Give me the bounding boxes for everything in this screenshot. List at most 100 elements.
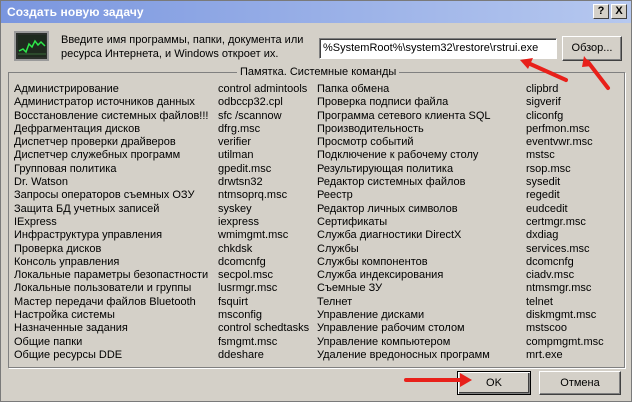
tool-command: ntmsoprq.msc [218,189,288,202]
tool-command: services.msc [526,242,590,255]
tool-command: wmimgmt.msc [218,229,289,242]
instruction-text: Введите имя программы, папки, документа … [61,34,304,60]
tool-name: Редактор системных файлов [317,176,466,189]
tool-command: syskey [218,202,252,215]
tool-name: Реестр [317,189,353,202]
tool-command: compmgmt.msc [526,335,604,348]
tool-command: control schedtasks [218,322,310,335]
tool-name: Результирующая политика [317,162,454,175]
tool-name: Инфраструктура управления [14,229,163,242]
task-manager-icon [14,31,49,61]
tool-name: Управление рабочим столом [317,322,465,335]
tool-command: dcomcnfg [218,255,266,268]
tool-command: fsmgmt.msc [218,335,278,348]
tool-name: Программа сетевого клиента SQL [317,109,491,122]
tool-command: verifier [218,136,252,149]
tool-name: Телнет [317,295,353,308]
close-button[interactable]: X [611,4,627,19]
tool-command: sysedit [526,176,561,189]
tool-command: drwtsn32 [218,176,263,189]
tool-name: Локальные пользователи и группы [14,282,192,295]
memo-title: Памятка. Системные команды [237,66,400,79]
tool-command: regedit [526,189,560,202]
tool-command: ciadv.msc [526,269,575,282]
tool-command: certmgr.msc [526,215,586,228]
tool-command: clipbrd [526,83,559,95]
tool-name: Общие папки [14,335,83,348]
tool-name: Мастер передачи файлов Bluetooth [14,295,196,308]
tool-name: Настройка системы [14,309,115,322]
tool-name: Защита БД учетных записей [14,202,160,215]
tool-command: fsquirt [218,295,248,308]
tool-command: ddeshare [218,348,264,361]
tool-command: eudcedit [526,202,568,215]
tool-name: Производительность [317,122,424,135]
tool-name: Администрирование [14,83,119,95]
tool-name: Восстановление системных файлов!!! [14,109,209,122]
tool-name: Просмотр событий [317,136,414,149]
tool-name: Диспетчер проверки драйверов [14,136,176,149]
tool-command: chkdsk [218,242,253,255]
tool-name: Общие ресурсы DDE [14,348,123,361]
tool-command: sfc /scannow [218,109,282,122]
tool-name: Диспетчер служебных программ [14,149,181,162]
tool-name: Сертификаты [317,215,388,228]
tool-name: Служба индексирования [317,269,444,282]
tool-name: Проверка подписи файла [317,96,449,109]
tool-command: telnet [526,295,553,308]
browse-button[interactable]: Обзор... [562,36,622,61]
system-commands-memo: Памятка. Системные команды Администриров… [8,66,625,368]
tool-command: lusrmgr.msc [218,282,278,295]
command-input[interactable]: %SystemRoot%\system32\restore\rstrui.exe [319,38,557,59]
tool-name: Групповая политика [14,162,117,175]
tool-name: Управление компьютером [317,335,451,348]
tool-name: Удаление вредоносных программ [317,348,490,361]
tool-name: Дефрагментация дисков [14,122,141,135]
tool-command: eventvwr.msc [526,136,593,149]
tool-command: gpedit.msc [218,162,272,175]
ok-button[interactable]: OK [457,371,531,395]
tool-name: Администратор источников данных [14,96,195,109]
tool-command: diskmgmt.msc [526,309,597,322]
tool-command: mstscoo [526,322,567,335]
create-task-dialog: Создать новую задачу ? X Введите имя про… [0,0,632,402]
help-button[interactable]: ? [593,4,609,19]
tool-command: cliconfg [526,109,564,122]
tool-name: Службы [317,242,359,255]
tool-command: mrt.exe [526,348,563,361]
tool-command: dxdiag [526,229,559,242]
tool-name: Назначенные задания [14,322,128,335]
tool-command: iexpress [218,215,259,228]
tool-command: msconfig [218,309,263,322]
commands-column-2: clipbrd sigverif cliconfg perfmon.msc eventv… [526,83,604,362]
commands-column-1: control admintools odbccp32.cpl sfc /scann… [218,83,309,362]
tool-command: secpol.msc [218,269,274,282]
tool-name: Консоль управления [14,255,120,268]
tool-name: Службы компонентов [317,255,428,268]
tool-command: dcomcnfg [526,255,574,268]
tool-command: dfrg.msc [218,122,261,135]
tool-name: Проверка дисков [14,242,102,255]
tool-name: IExpress [14,215,57,228]
tool-command: sigverif [526,96,561,109]
tool-name: Служба диагностики DirectX [317,229,462,242]
tool-names-column-1: Администрирование Администратор источнико… [14,83,208,362]
tool-name: Подключение к рабочему столу [317,149,479,162]
tool-name: Запросы операторов съемных ОЗУ [14,189,195,202]
tool-command: control admintools [218,83,308,95]
tool-name: Редактор личных символов [317,202,458,215]
tool-names-column-2: Папка обмена Проверка подписи файла Програ… [317,83,491,362]
tool-name: Локальные параметры безопастности [14,269,209,282]
tool-command: odbccp32.cpl [218,96,283,109]
tool-command: perfmon.msc [526,122,590,135]
title-bar[interactable]: Создать новую задачу ? X [1,1,631,23]
tool-command: mstsc [526,149,555,162]
cancel-button[interactable]: Отмена [539,371,621,395]
tool-command: rsop.msc [526,162,571,175]
tool-name: Съемные ЗУ [317,282,383,295]
tool-command: utilman [218,149,254,162]
dialog-title: Создать новую задачу [7,5,144,19]
tool-name: Папка обмена [317,83,390,95]
tool-command: ntmsmgr.msc [526,282,592,295]
tool-name: Dr. Watson [14,176,68,189]
